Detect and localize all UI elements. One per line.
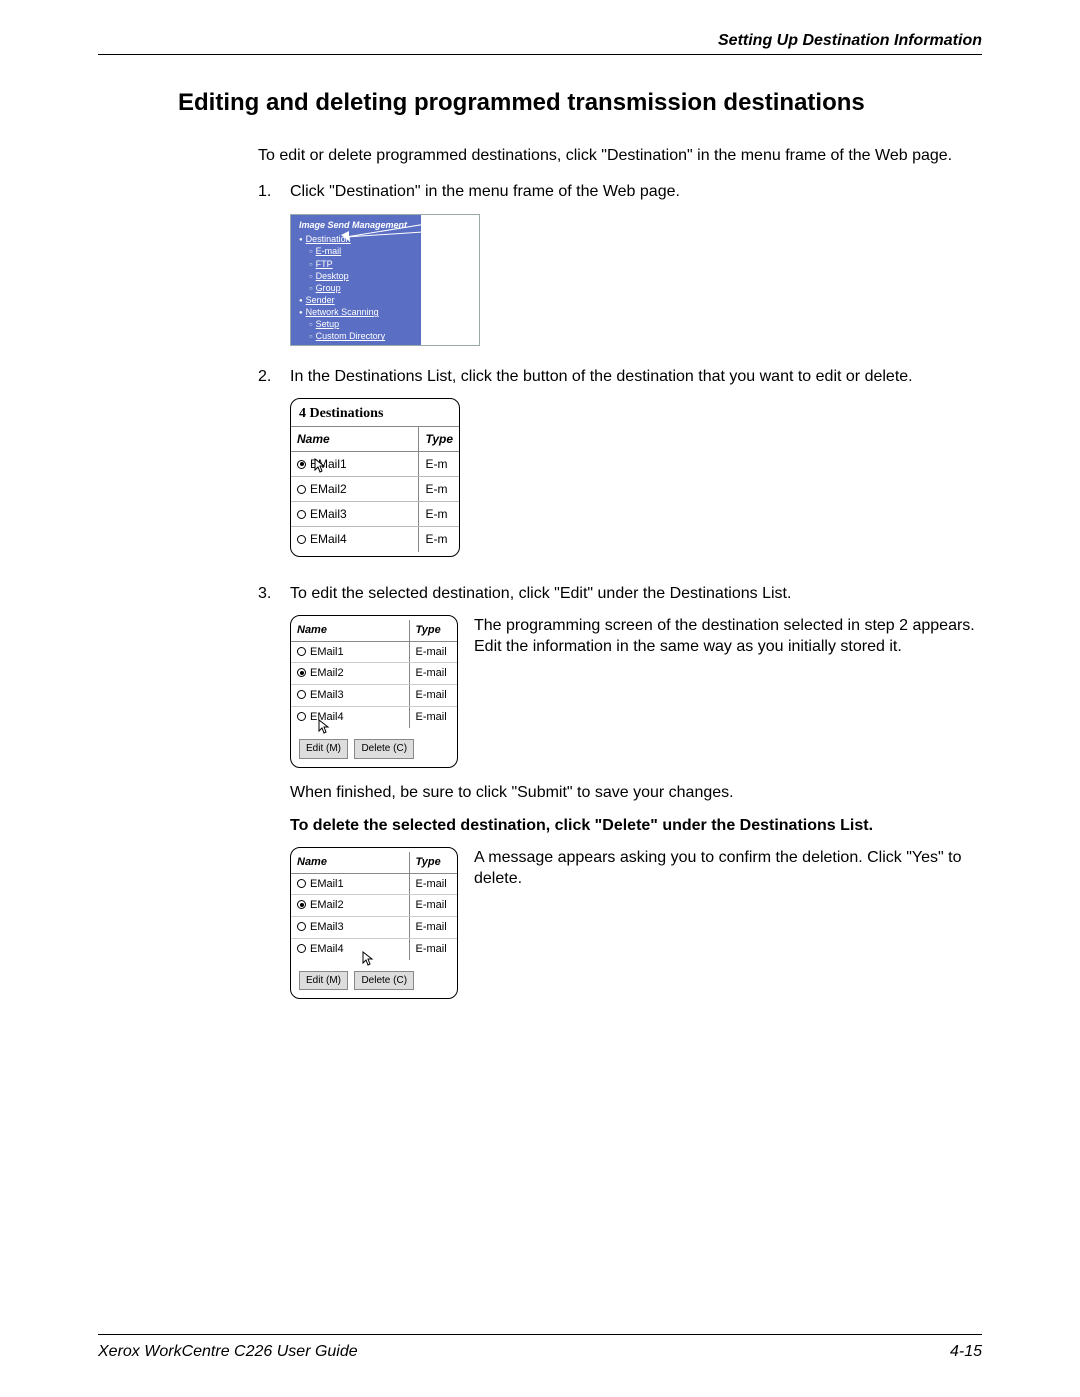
menu-item-customdir: Custom Directory — [316, 331, 386, 341]
table-row: EMail4E-mail — [291, 707, 457, 728]
edit-button: Edit (M) — [299, 739, 348, 759]
menu-item-email: E-mail — [316, 246, 342, 256]
cursor-icon — [314, 458, 328, 474]
menu-item-ftp: FTP — [316, 259, 333, 269]
radio-icon — [297, 535, 306, 544]
table-row: EMail3E-mail — [291, 685, 457, 707]
table-row: EMail2E-mail — [291, 895, 457, 917]
figure-delete-list: Name Type EMail1E-mail EMail2E-mail EMai… — [290, 847, 458, 1000]
list-col-type: Type — [409, 620, 457, 641]
menu-item-sender: Sender — [306, 295, 335, 305]
radio-icon — [297, 922, 306, 931]
header-rule — [98, 54, 982, 55]
dest-col-type: Type — [419, 426, 459, 451]
delete-button: Delete (C) — [354, 971, 414, 991]
menu-item-group: Group — [316, 283, 341, 293]
step-3: To edit the selected destination, click … — [258, 583, 982, 999]
page-footer: Xerox WorkCentre C226 User Guide 4-15 — [98, 1334, 982, 1361]
table-row: EMail4E-m — [291, 527, 459, 552]
list-col-name: Name — [291, 620, 409, 641]
delete-heading: To delete the selected destination, clic… — [290, 815, 982, 837]
list-col-name: Name — [291, 852, 409, 873]
radio-icon — [297, 510, 306, 519]
table-row: EMail1E-mail — [291, 641, 457, 663]
menu-item-netscan: Network Scanning — [306, 307, 379, 317]
step-1: Click "Destination" in the menu frame of… — [258, 181, 982, 347]
edit-button: Edit (M) — [299, 971, 348, 991]
figure-menu-screenshot: Image Send Management Destination E-mail… — [290, 214, 480, 346]
radio-icon — [297, 668, 306, 677]
radio-icon — [297, 485, 306, 494]
radio-icon — [297, 460, 306, 469]
intro-text: To edit or delete programmed destination… — [258, 145, 982, 167]
radio-icon — [297, 879, 306, 888]
delete-aside: A message appears asking you to confirm … — [474, 847, 982, 890]
radio-icon — [297, 690, 306, 699]
radio-icon — [297, 944, 306, 953]
table-row: EMail3E-mail — [291, 917, 457, 939]
cursor-icon — [362, 951, 376, 967]
dest-count-label: 4 Destinations — [291, 405, 459, 426]
figure-edit-list: Name Type EMail1E-mail EMail2E-mail EMai… — [290, 615, 458, 768]
step-3-aside: The programming screen of the destinatio… — [474, 615, 982, 658]
cursor-icon — [318, 719, 332, 735]
footer-guide: Xerox WorkCentre C226 User Guide — [98, 1343, 358, 1361]
step-2-text: In the Destinations List, click the butt… — [290, 368, 913, 385]
delete-button: Delete (C) — [354, 739, 414, 759]
table-row: EMail2E-m — [291, 477, 459, 502]
step-1-text: Click "Destination" in the menu frame of… — [290, 183, 680, 200]
radio-icon — [297, 647, 306, 656]
footer-page: 4-15 — [950, 1343, 982, 1361]
menu-title: Image Send Management — [299, 219, 417, 231]
table-row: EMail2E-mail — [291, 663, 457, 685]
radio-icon — [297, 900, 306, 909]
step-2: In the Destinations List, click the butt… — [258, 366, 982, 563]
figure-destinations-table: 4 Destinations Name Type EMail1E-m EMail… — [290, 398, 460, 557]
header-section: Setting Up Destination Information — [98, 32, 982, 54]
submit-note: When finished, be sure to click "Submit"… — [290, 782, 982, 804]
dest-col-name: Name — [291, 426, 419, 451]
step-3-text: To edit the selected destination, click … — [290, 585, 791, 602]
page-title: Editing and deleting programmed transmis… — [178, 89, 982, 117]
table-row: EMail3E-m — [291, 502, 459, 527]
radio-icon — [297, 712, 306, 721]
menu-item-desktop: Desktop — [316, 271, 349, 281]
table-row: EMail1E-mail — [291, 873, 457, 895]
list-col-type: Type — [409, 852, 457, 873]
menu-item-destination: Destination — [306, 234, 351, 244]
menu-item-setup: Setup — [316, 319, 340, 329]
